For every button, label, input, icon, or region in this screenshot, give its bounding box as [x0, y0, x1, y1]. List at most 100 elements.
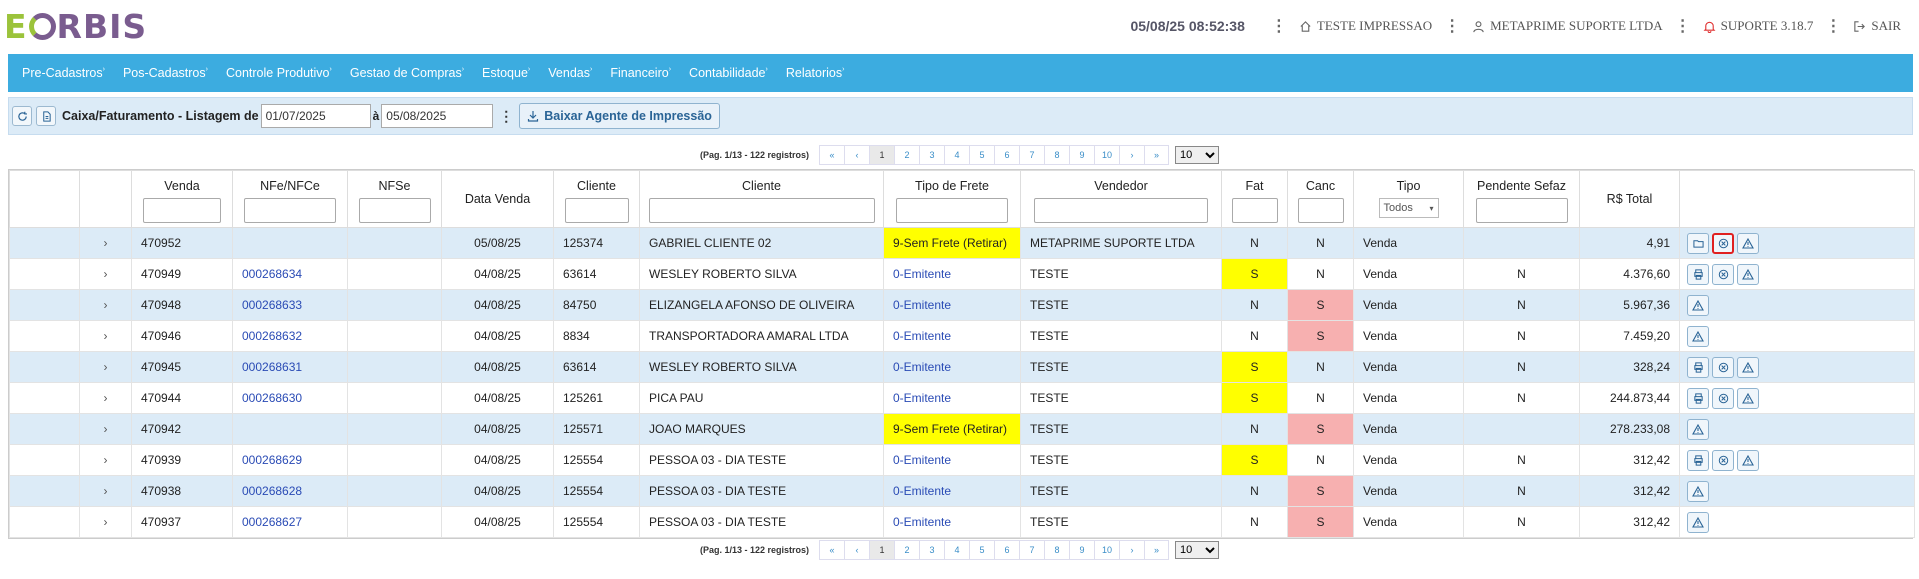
nfe-link[interactable]: 000268628	[232, 475, 348, 507]
frete-filter-input[interactable]	[896, 198, 1008, 223]
kebab-icon[interactable]: ⋮	[1675, 16, 1691, 36]
kebab-icon[interactable]: ⋮	[1271, 16, 1287, 36]
table-row[interactable]: › 470937 000268627 04/08/25 125554 PESSOA 03 …	[9, 506, 1915, 538]
page-button[interactable]: 6	[994, 145, 1020, 165]
date-from-input[interactable]	[260, 104, 371, 128]
page-button[interactable]: 3	[919, 145, 945, 165]
nfe-link[interactable]: 000268633	[232, 289, 348, 321]
warn-button[interactable]	[1687, 294, 1709, 316]
table-row[interactable]: › 470939 000268629 04/08/25 125554 PESSOA 03 …	[9, 444, 1915, 476]
page-button[interactable]: 9	[1069, 145, 1095, 165]
select-cell[interactable]	[9, 413, 80, 445]
page-button[interactable]: 3	[919, 540, 945, 560]
select-cell[interactable]	[9, 506, 80, 538]
pendente-filter-input[interactable]	[1475, 198, 1568, 223]
nfe-filter-input[interactable]	[244, 198, 336, 223]
page-button[interactable]: 5	[969, 145, 995, 165]
nfe-link[interactable]: 000268627	[232, 506, 348, 538]
eorbis-logo[interactable]: E RBIS	[4, 6, 147, 46]
fat-filter-input[interactable]	[1231, 198, 1278, 223]
table-row[interactable]: › 470952 05/08/25 125374 GABRIEL CLIENTE 02 9…	[9, 227, 1915, 259]
store-selector[interactable]: TESTE IMPRESSAO	[1299, 18, 1432, 34]
table-row[interactable]: › 470942 04/08/25 125571 JOAO MARQUES 9-Sem F…	[9, 413, 1915, 445]
page-button[interactable]: 2	[894, 540, 920, 560]
kebab-icon[interactable]: ⋮	[1444, 16, 1460, 36]
table-row[interactable]: › 470949 000268634 04/08/25 63614 WESLEY ROBE…	[9, 258, 1915, 290]
user-menu[interactable]: METAPRIME SUPORTE LTDA	[1472, 18, 1663, 34]
kebab-icon[interactable]: ⋮	[1825, 16, 1841, 36]
warn-button[interactable]	[1737, 387, 1759, 409]
first-page-button[interactable]: «	[819, 540, 845, 560]
print-button[interactable]	[1687, 449, 1709, 471]
table-row[interactable]: › 470944 000268630 04/08/25 125261 PICA PAU 0-…	[9, 382, 1915, 414]
warn-button[interactable]	[1687, 325, 1709, 347]
expand-row-button[interactable]: ›	[79, 289, 132, 321]
nfe-link[interactable]: 000268630	[232, 382, 348, 414]
page-button[interactable]: 4	[944, 145, 970, 165]
nfe-link[interactable]	[232, 227, 348, 259]
expand-row-button[interactable]: ›	[79, 227, 132, 259]
kebab-icon[interactable]: ⋮	[499, 108, 513, 125]
nav-pre-cadastros[interactable]: Pre-Cadastros›	[22, 66, 105, 80]
expand-row-button[interactable]: ›	[79, 413, 132, 445]
select-cell[interactable]	[9, 351, 80, 383]
nfe-link[interactable]: 000268629	[232, 444, 348, 476]
page-button[interactable]: 6	[994, 540, 1020, 560]
page-button[interactable]: 10	[1094, 145, 1120, 165]
expand-row-button[interactable]: ›	[79, 351, 132, 383]
export-button[interactable]	[36, 106, 56, 126]
warn-button[interactable]	[1737, 356, 1759, 378]
next-page-button[interactable]: ›	[1119, 145, 1145, 165]
cliente-cod-filter-input[interactable]	[564, 198, 629, 223]
nav-gestao-de-compras[interactable]: Gestao de Compras›	[350, 66, 464, 80]
vendedor-filter-input[interactable]	[1034, 198, 1208, 223]
nav-controle-produtivo[interactable]: Controle Produtivo›	[226, 66, 332, 80]
warn-button[interactable]	[1687, 511, 1709, 533]
download-agent-button[interactable]: Baixar Agente de Impressão	[519, 103, 720, 129]
print-button[interactable]	[1687, 356, 1709, 378]
nfe-link[interactable]: 000268634	[232, 258, 348, 290]
select-cell[interactable]	[9, 382, 80, 414]
prev-page-button[interactable]: ‹	[844, 145, 870, 165]
cancel-button[interactable]	[1712, 232, 1734, 254]
print-button[interactable]	[1687, 263, 1709, 285]
venda-filter-input[interactable]	[143, 198, 221, 223]
page-button[interactable]: 4	[944, 540, 970, 560]
select-cell[interactable]	[9, 258, 80, 290]
date-to-input[interactable]	[381, 104, 494, 128]
page-button[interactable]: 10	[1094, 540, 1120, 560]
nfse-filter-input[interactable]	[358, 198, 431, 223]
nav-pos-cadastros[interactable]: Pos-Cadastros›	[123, 66, 208, 80]
expand-row-button[interactable]: ›	[79, 475, 132, 507]
page-button[interactable]: 7	[1019, 540, 1045, 560]
select-cell[interactable]	[9, 227, 80, 259]
expand-row-button[interactable]: ›	[79, 320, 132, 352]
page-button[interactable]: 7	[1019, 145, 1045, 165]
logout-button[interactable]: SAIR	[1853, 18, 1901, 34]
page-button[interactable]: 9	[1069, 540, 1095, 560]
last-page-button[interactable]: »	[1144, 145, 1170, 165]
nav-relatorios[interactable]: Relatorios›	[786, 66, 845, 80]
canc-filter-input[interactable]	[1297, 198, 1344, 223]
nfe-link[interactable]	[232, 413, 348, 445]
select-cell[interactable]	[9, 320, 80, 352]
select-cell[interactable]	[9, 289, 80, 321]
page-button[interactable]: 1	[869, 540, 895, 560]
select-cell[interactable]	[9, 444, 80, 476]
page-size-select[interactable]: 10	[1175, 146, 1220, 164]
nav-contabilidade[interactable]: Contabilidade›	[689, 66, 768, 80]
prev-page-button[interactable]: ‹	[844, 540, 870, 560]
warn-button[interactable]	[1737, 449, 1759, 471]
cancel-button[interactable]	[1712, 356, 1734, 378]
nfe-link[interactable]: 000268631	[232, 351, 348, 383]
warn-button[interactable]	[1687, 480, 1709, 502]
refresh-button[interactable]	[12, 106, 32, 126]
cliente-filter-input[interactable]	[648, 198, 875, 223]
expand-row-button[interactable]: ›	[79, 506, 132, 538]
expand-row-button[interactable]: ›	[79, 382, 132, 414]
table-row[interactable]: › 470945 000268631 04/08/25 63614 WESLEY ROBE…	[9, 351, 1915, 383]
print-button[interactable]	[1687, 387, 1709, 409]
page-button[interactable]: 2	[894, 145, 920, 165]
cancel-button[interactable]	[1712, 449, 1734, 471]
warn-button[interactable]	[1737, 263, 1759, 285]
